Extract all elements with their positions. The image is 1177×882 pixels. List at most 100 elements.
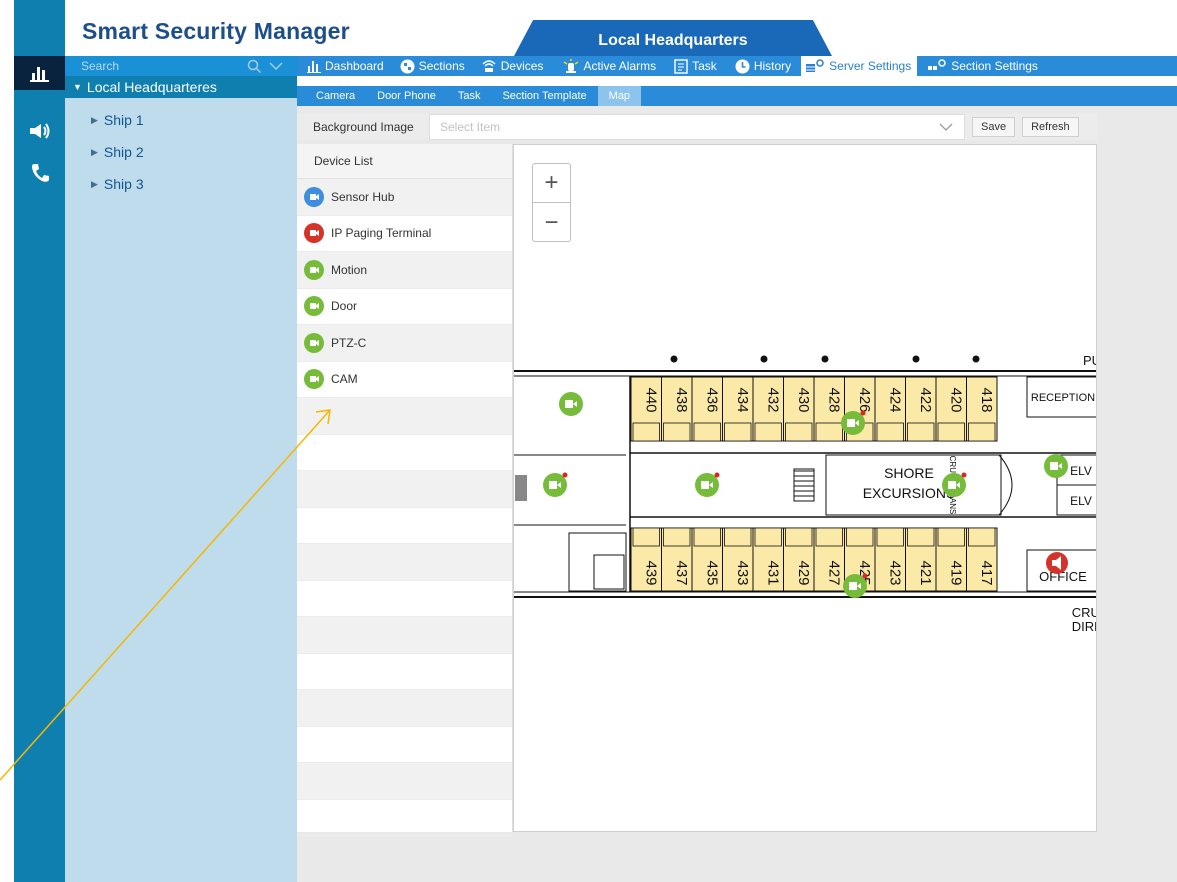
menu-server-settings[interactable]: Server Settings [801, 56, 918, 76]
menu-label: Active Alarms [583, 59, 657, 73]
search-box [65, 56, 297, 76]
menu-devices[interactable]: Devices [477, 56, 550, 76]
device-list-item[interactable]: CAM [297, 362, 512, 398]
pillar-dot [760, 355, 768, 363]
cabin-bath [937, 527, 965, 547]
motion-icon [304, 259, 324, 280]
search-input[interactable] [65, 59, 243, 73]
device-list-empty-row [297, 690, 512, 727]
rail-top [14, 0, 65, 56]
cabin-bath [937, 422, 965, 442]
background-image-select[interactable]: Select Item [429, 114, 965, 140]
cabin-bath [785, 527, 813, 547]
device-list-item[interactable]: Door [297, 289, 512, 325]
device-list-empty-row [297, 398, 512, 435]
cabin-number-label: 428 [825, 387, 842, 412]
device-list-empty-row [297, 508, 512, 544]
cabin-bath [693, 422, 721, 442]
menu-dashboard[interactable]: Dashboard [303, 56, 390, 76]
collapsed-triangle-icon: ▶ [91, 114, 98, 125]
cabin-bath [632, 422, 660, 442]
elevator-label: ELV [1070, 464, 1092, 478]
rail-phone-button[interactable] [14, 156, 65, 190]
background-image-row: Background Image Select Item Save Refres… [297, 114, 1097, 140]
save-button[interactable]: Save [972, 117, 1016, 137]
speaker-icon [29, 123, 49, 139]
cabin-number-label: 437 [673, 560, 690, 585]
ptz-camera-marker-glyph [549, 481, 557, 489]
menu-active-alarms[interactable]: Active Alarms [559, 56, 662, 76]
devices-icon [482, 60, 496, 72]
cabin-bath [663, 422, 691, 442]
menu-label: Devices [500, 59, 544, 73]
clock-icon [735, 59, 750, 73]
alert-dot [862, 573, 868, 579]
device-list-label: IP Paging Terminal [331, 226, 432, 241]
map-edge-label: CRUIS [1072, 605, 1097, 620]
device-list-item[interactable]: Sensor Hub [297, 179, 512, 216]
cabin-number-label: 433 [734, 560, 751, 585]
elevator-label: ELV [1070, 494, 1092, 508]
ptz-camera-marker-glyph [847, 419, 855, 427]
menu-section-settings[interactable]: Section Settings [923, 56, 1044, 76]
device-list-label: Sensor Hub [331, 189, 395, 204]
device-list-empty-row [297, 800, 512, 836]
tree-item-ship-1[interactable]: ▶ Ship 1 [65, 104, 297, 136]
device-list-item[interactable]: Motion [297, 252, 512, 289]
device-list: Device List Sensor Hub IP Paging Terminal… [297, 144, 513, 836]
menu-history[interactable]: History [731, 56, 797, 76]
cabin-number-label: 440 [642, 387, 659, 412]
search-icon[interactable] [243, 56, 265, 76]
menu-task[interactable]: Task [670, 56, 723, 76]
tab-task[interactable]: Task [447, 86, 492, 106]
rail-dashboard-button[interactable] [14, 56, 65, 90]
app-title: Smart Security Manager [82, 18, 350, 44]
ptz-camera-marker-glyph [948, 481, 956, 489]
tree-item-label: Ship 1 [103, 112, 144, 128]
map-edge-label: PU [1083, 353, 1097, 368]
tab-door-phone[interactable]: Door Phone [366, 86, 447, 106]
ptz-camera-icon [304, 332, 324, 353]
tree-item-ship-3[interactable]: ▶ Ship 3 [65, 168, 297, 200]
reception-label: RECEPTION [1031, 392, 1095, 404]
tab-camera[interactable]: Camera [305, 86, 366, 106]
alert-dot [961, 472, 967, 478]
cabin-number-label: 430 [795, 387, 812, 412]
tree-root-local-headquarters[interactable]: ▼ Local Headquarteres [65, 76, 297, 98]
cabin-number-label: 420 [947, 387, 964, 412]
alert-dot [860, 410, 866, 416]
cabin-number-label: 426 [856, 387, 873, 412]
device-list-label: Door [331, 299, 358, 314]
tab-section-template[interactable]: Section Template [491, 86, 597, 106]
menu-sections[interactable]: Sections [396, 56, 471, 76]
tab-map[interactable]: Map [597, 86, 642, 106]
tree-root-label: Local Headquarteres [86, 79, 217, 95]
device-list-item[interactable]: IP Paging Terminal [297, 216, 512, 252]
refresh-button[interactable]: Refresh [1022, 117, 1079, 137]
header-tab-local-headquarters[interactable]: Local Headquarters [514, 20, 832, 56]
speaker-icon [304, 223, 324, 244]
cabin-number-label: 424 [886, 387, 903, 412]
expand-triangle-icon: ▼ [73, 82, 82, 92]
device-list-empty-row [297, 544, 512, 581]
content-area: Background Image Select Item Save Refres… [297, 106, 1177, 882]
tree-item-ship-2[interactable]: ▶ Ship 2 [65, 136, 297, 168]
cabin-bath [846, 527, 874, 547]
main-menu: Dashboard Sections Devices Active Alarms… [297, 56, 1177, 76]
chevron-down-icon[interactable] [265, 56, 287, 76]
rail-speaker-button[interactable] [14, 114, 65, 148]
floor-map[interactable]: 440 438 436 434 432 430 428 426 424 422 420 418 439 4… [513, 144, 1097, 832]
device-list-empty-row [297, 471, 512, 508]
menu-label: Dashboard [325, 59, 384, 73]
cabin-number-label: 421 [917, 560, 934, 585]
zoom-in-button[interactable]: + [533, 164, 570, 203]
camera-marker-glyph [1050, 462, 1058, 470]
cabin-bath [693, 527, 721, 547]
bar-chart-icon [307, 60, 321, 73]
menu-label: Section Settings [951, 59, 1038, 73]
device-list-empty-row [297, 763, 512, 800]
tree-panel: ▼ Local Headquarteres ▶ Ship 1 ▶ Ship 2 … [65, 76, 297, 882]
device-list-item[interactable]: PTZ-C [297, 325, 512, 362]
zoom-out-button[interactable]: − [533, 203, 570, 242]
device-list-empty-row [297, 581, 512, 617]
